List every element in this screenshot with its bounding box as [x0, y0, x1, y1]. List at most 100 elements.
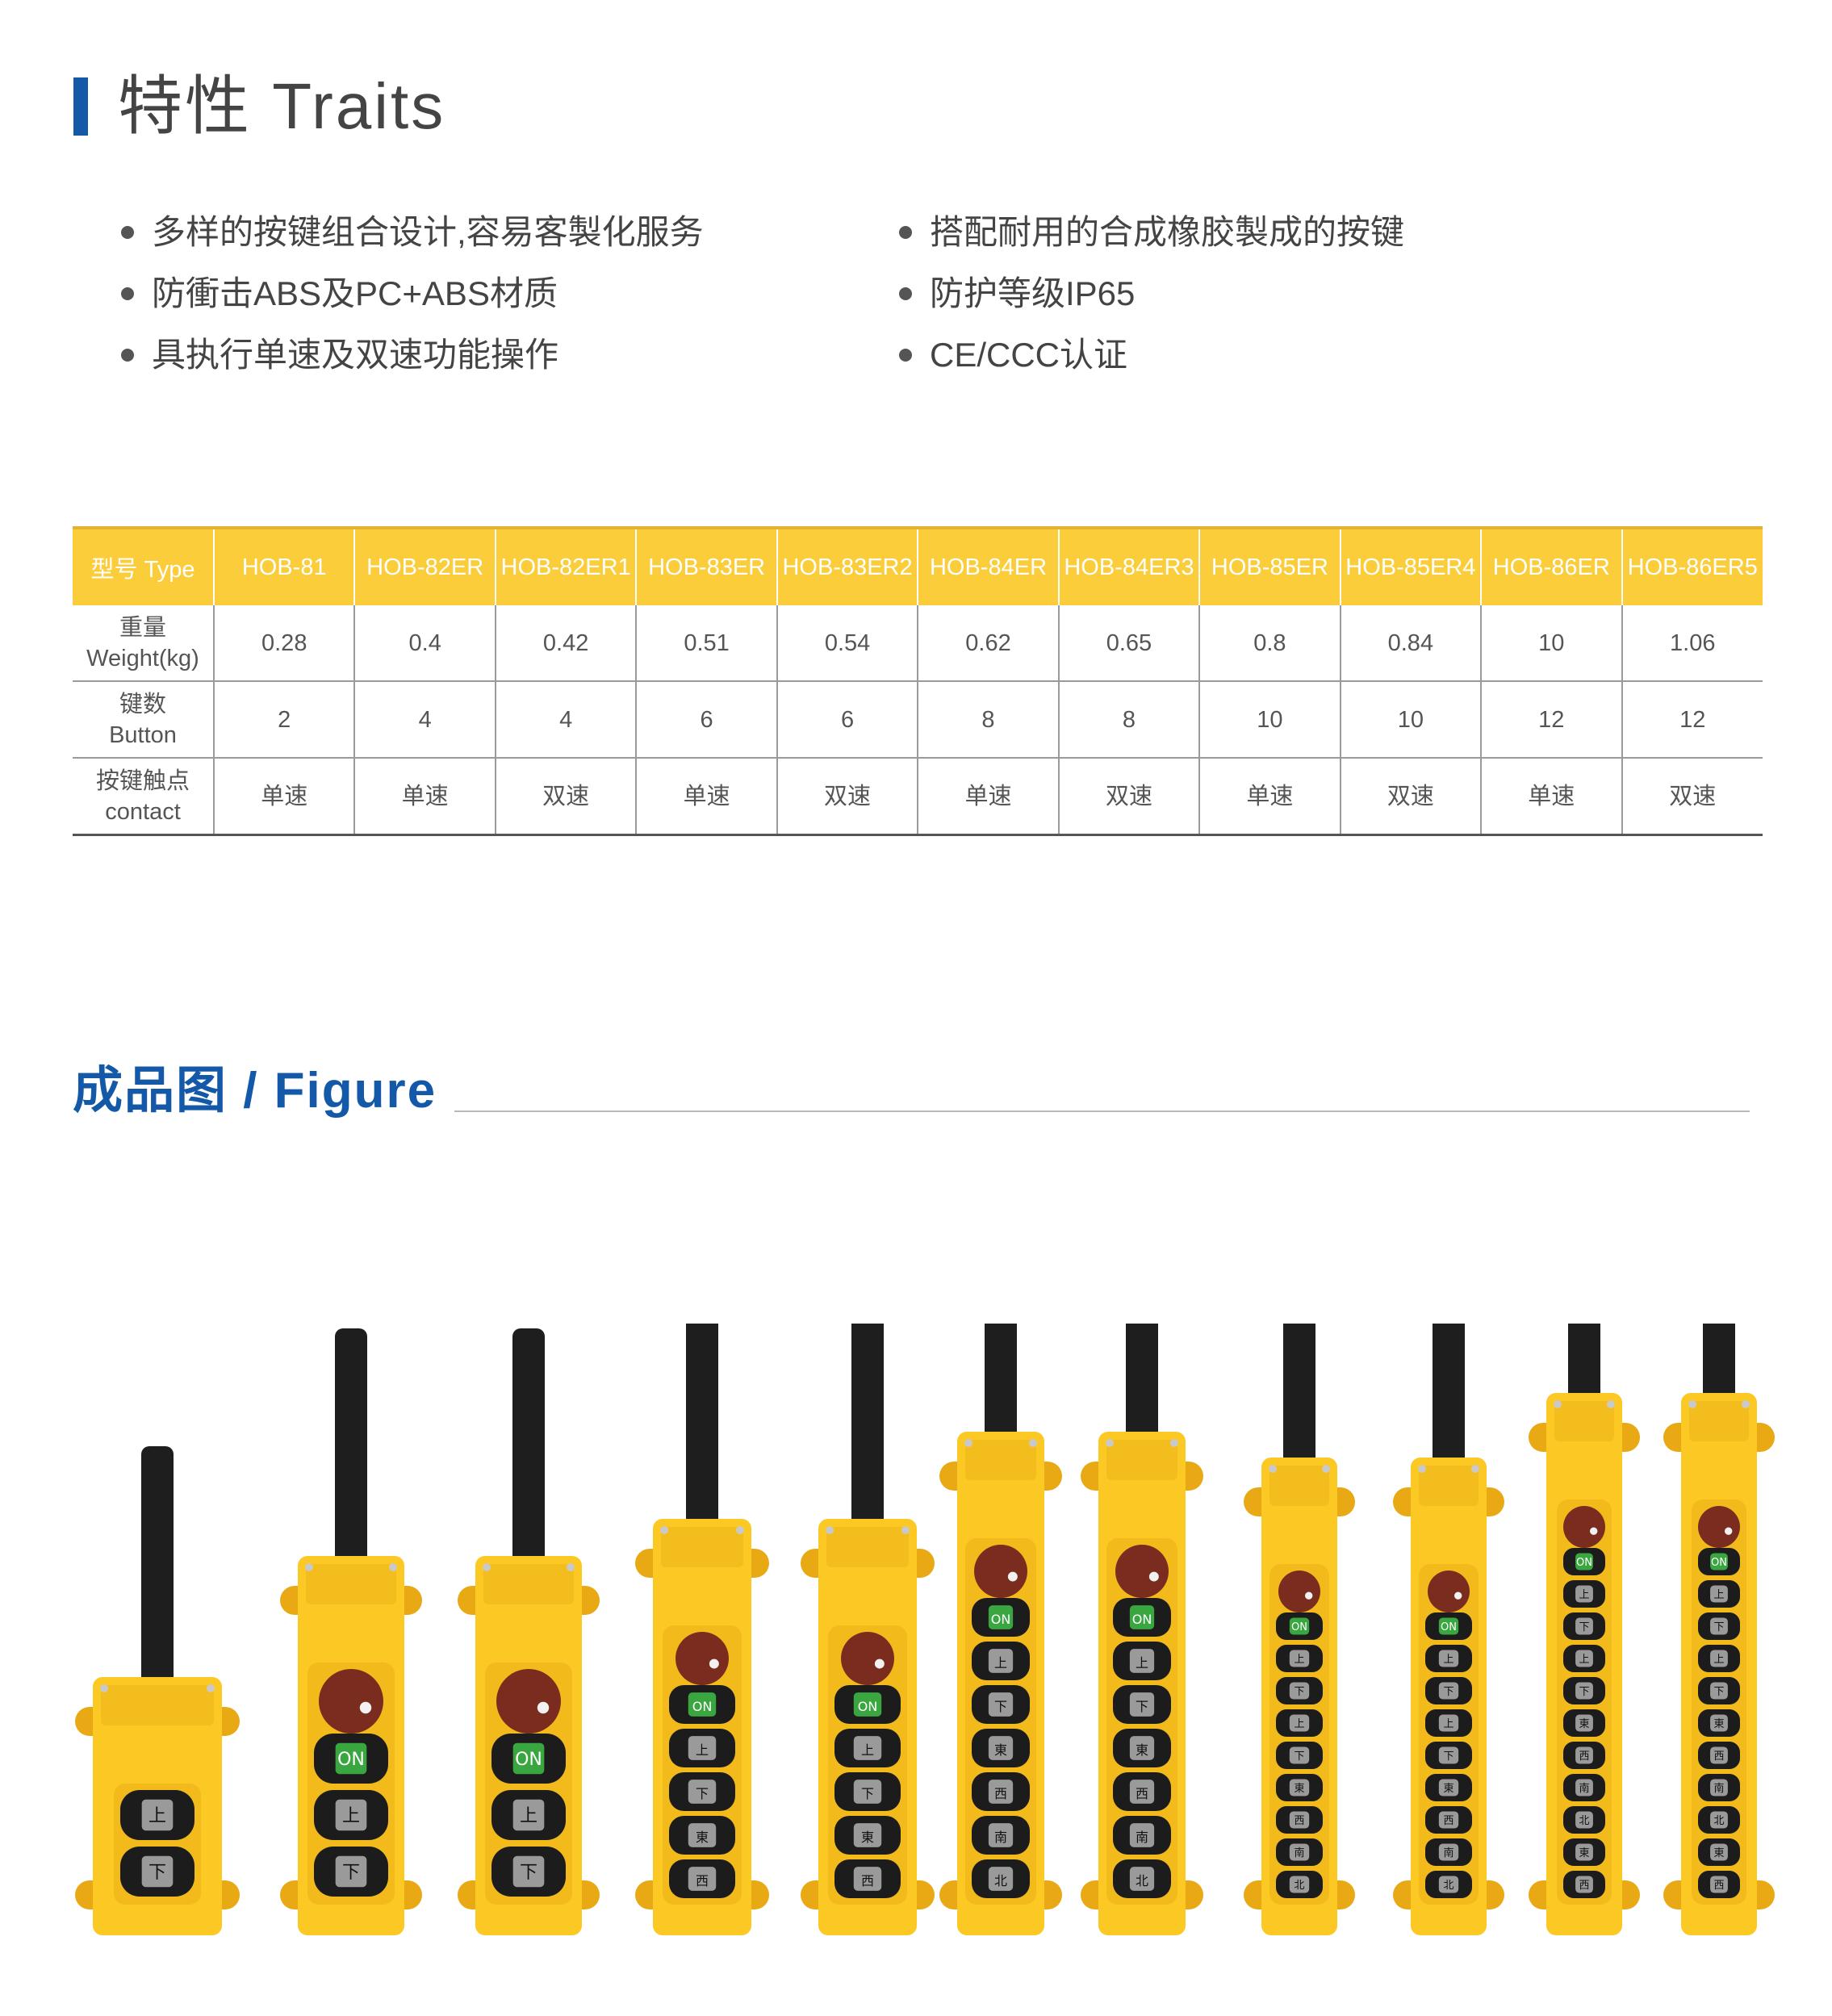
button-label: ON: [858, 1699, 878, 1714]
button-label: 上: [1294, 1654, 1304, 1666]
button-label: 東: [1294, 1782, 1304, 1795]
button-label: 上: [148, 1806, 166, 1826]
emergency-stop-dot-icon: [1725, 1527, 1733, 1535]
pendant: ON上下上下東西南北東西: [1529, 1324, 1640, 1935]
button-label: 西: [1713, 1750, 1724, 1763]
pendant: ON 上下: [280, 1328, 422, 1935]
table-cell: 0.4: [353, 605, 496, 682]
table-header-row: 型号 Type HOB-81 HOB-82ER HOB-82ER1 HOB-83…: [73, 528, 1763, 605]
table-header-model: HOB-84ER3: [1057, 528, 1200, 605]
cable-grip: [1568, 1324, 1600, 1404]
spec-table: 型号 Type HOB-81 HOB-82ER HOB-82ER1 HOB-83…: [73, 526, 1763, 836]
table-header-model: HOB-81: [212, 528, 355, 605]
button-label: 南: [1136, 1830, 1148, 1845]
button-label: 下: [1579, 1621, 1589, 1633]
trait-item: 防衝击ABS及PC+ABS材质: [118, 263, 704, 324]
table-cell: 1.06: [1621, 605, 1763, 682]
table-row: 重量 Weight(kg) 0.28 0.4 0.42 0.51 0.54 0.6…: [73, 605, 1763, 682]
row-label-button: 键数 Button: [73, 681, 214, 759]
bullet-icon: [899, 287, 912, 300]
table-cell: 10: [1480, 605, 1622, 682]
housing-top-panel: [1419, 1466, 1479, 1506]
button-label: 東: [1136, 1742, 1148, 1758]
button-label: 上: [696, 1742, 709, 1758]
button-label: 東: [1579, 1847, 1589, 1859]
emergency-stop-dot-icon: [359, 1701, 372, 1714]
screw-icon: [1269, 1465, 1277, 1473]
button-label: ON: [1576, 1557, 1592, 1569]
pendant: ON 上下: [458, 1328, 600, 1935]
screw-icon: [305, 1563, 313, 1571]
screw-icon: [1322, 1465, 1330, 1473]
table-header-model: HOB-85ER: [1198, 528, 1341, 605]
cable-grip: [335, 1328, 367, 1567]
button-label: 北: [1713, 1815, 1724, 1827]
table-cell: 6: [776, 681, 918, 759]
row-label-contact: 按键触点 contact: [73, 758, 214, 836]
cable-grip: [1433, 1324, 1465, 1469]
button-label: 北: [1294, 1880, 1304, 1892]
cable-grip: [851, 1324, 884, 1530]
button-label: 東: [994, 1742, 1007, 1758]
table-cell: 4: [494, 681, 637, 759]
button-label: 西: [1713, 1880, 1724, 1892]
table-header-model: HOB-83ER2: [776, 528, 918, 605]
pendant: ON 上下東西南北: [1081, 1324, 1203, 1935]
button-label: 上: [1443, 1654, 1453, 1666]
emergency-stop-dot-icon: [1305, 1591, 1313, 1600]
button-label: 下: [1443, 1686, 1453, 1698]
button-label: 下: [148, 1863, 166, 1883]
table-cell: 2: [212, 681, 355, 759]
emergency-stop-dot-icon: [1148, 1571, 1159, 1582]
button-label: 西: [696, 1873, 709, 1888]
cable-grip: [1703, 1324, 1735, 1404]
button-label: 北: [1136, 1873, 1148, 1888]
row-label-weight: 重量 Weight(kg): [73, 605, 214, 682]
housing-top-panel: [661, 1527, 743, 1567]
bullet-icon: [899, 349, 912, 362]
housing-top-panel: [483, 1564, 574, 1604]
traits-list-left: 多样的按键组合设计,容易客製化服务 防衝击ABS及PC+ABS材质 具执行单速及…: [118, 202, 704, 386]
button-label: 南: [1443, 1847, 1453, 1859]
table-cell: 双速: [1339, 758, 1482, 836]
emergency-stop-button: [319, 1669, 383, 1734]
table-header-model: HOB-86ER: [1480, 528, 1622, 605]
button-label: 東: [696, 1830, 709, 1845]
button-label: 上: [861, 1742, 874, 1758]
button-label: 西: [1136, 1786, 1148, 1801]
screw-icon: [826, 1526, 834, 1534]
traits-accent-bar: [73, 77, 88, 136]
trait-item: CE/CCC认证: [896, 324, 1404, 386]
trait-item: 多样的按键组合设计,容易客製化服务: [118, 202, 704, 263]
table-cell: 8: [917, 681, 1059, 759]
table-cell: 单速: [353, 758, 496, 836]
housing-top-panel: [1106, 1440, 1177, 1480]
button-label: 東: [1579, 1717, 1589, 1730]
button-label: 西: [994, 1786, 1007, 1801]
housing-top-panel: [965, 1440, 1036, 1480]
table-cell: 10: [1198, 681, 1341, 759]
trait-item: 具执行单速及双速功能操作: [118, 324, 704, 386]
table-cell: 双速: [494, 758, 637, 836]
table-cell: 0.8: [1198, 605, 1341, 682]
table-header-model: HOB-82ER1: [494, 528, 637, 605]
screw-icon: [901, 1526, 910, 1534]
button-label: ON: [1291, 1621, 1307, 1633]
button-label: 下: [520, 1863, 537, 1883]
button-label: 西: [1579, 1750, 1589, 1763]
screw-icon: [660, 1526, 668, 1534]
traits-title: 特性 Traits: [118, 70, 446, 142]
button-label: 下: [1579, 1686, 1589, 1698]
button-label: 西: [1579, 1880, 1589, 1892]
button-label: 南: [1579, 1782, 1589, 1795]
emergency-stop-button: [675, 1632, 729, 1685]
button-label: ON: [1132, 1612, 1152, 1627]
button-label: 西: [861, 1873, 874, 1888]
screw-icon: [207, 1684, 215, 1692]
emergency-stop-dot-icon: [1454, 1591, 1462, 1600]
button-label: 下: [1443, 1750, 1453, 1763]
emergency-stop-dot-icon: [1007, 1571, 1018, 1582]
table-cell: 单速: [917, 758, 1059, 836]
screw-icon: [736, 1526, 744, 1534]
button-label: 上: [1443, 1718, 1453, 1730]
